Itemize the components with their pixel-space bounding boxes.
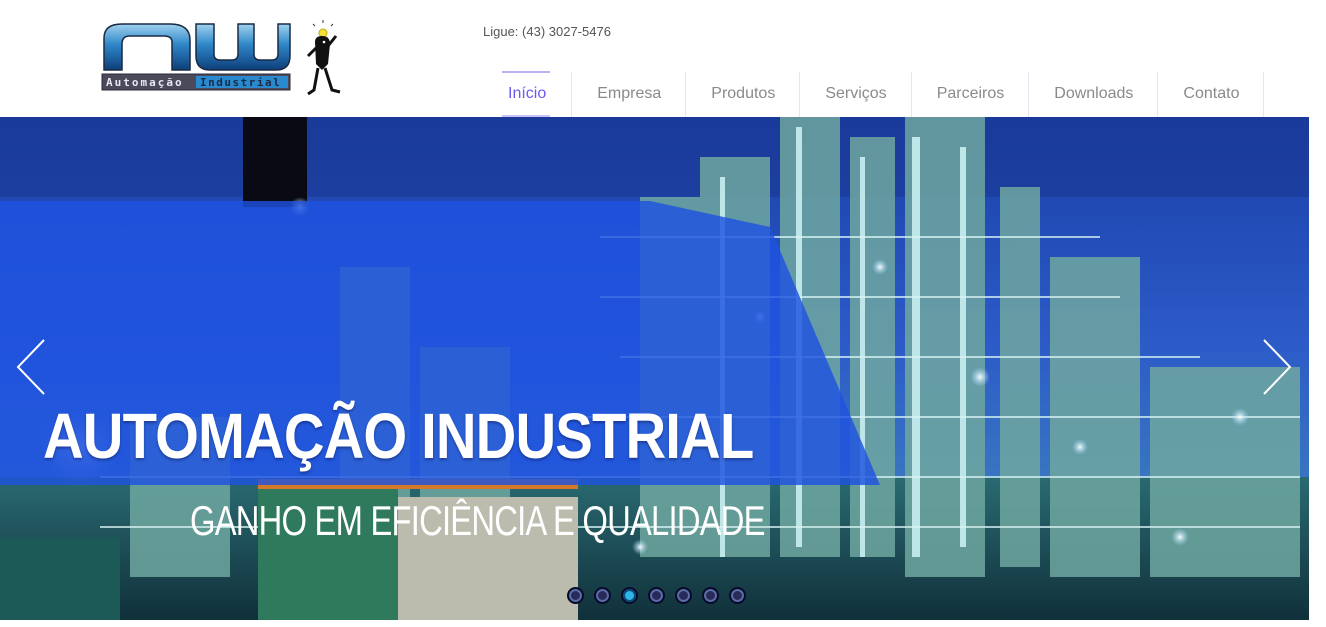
mascot-icon [306,20,341,96]
company-logo[interactable]: Automação Industrial [100,20,350,102]
nav-item-downloads[interactable]: Downloads [1029,70,1159,117]
nav-item-label: Parceiros [936,84,1005,102]
svg-text:Industrial: Industrial [200,76,281,89]
slider-pagination [567,587,746,604]
nav-item-label: Contato [1183,84,1240,102]
chevron-left-icon [16,339,45,395]
nav-item-label: Produtos [711,84,776,102]
hero-subline: GANHO EM EFICIÊNCIA E QUALIDADE [190,497,765,544]
slider-dot[interactable] [594,587,611,604]
slider-dot[interactable] [675,587,692,604]
hero-slider[interactable]: AUTOMAÇÃO INDUSTRIAL GANHO EM EFICIÊNCIA… [0,117,1309,620]
main-nav: Início Empresa Produtos Serviços Parceir… [502,70,1265,117]
chevron-right-icon [1263,339,1292,395]
nav-item-servicos[interactable]: Serviços [800,70,912,117]
nav-item-label: Serviços [825,84,887,102]
hero-headline: AUTOMAÇÃO INDUSTRIAL [43,400,754,472]
phone-number: Ligue: (43) 3027-5476 [483,24,611,39]
nav-item-contato[interactable]: Contato [1158,70,1265,117]
slider-dot[interactable] [648,587,665,604]
slider-dot[interactable] [567,587,584,604]
nav-item-produtos[interactable]: Produtos [686,70,801,117]
svg-text:Automação: Automação [106,76,184,89]
nav-item-inicio[interactable]: Início [502,70,573,117]
slider-dot[interactable] [729,587,746,604]
slider-dot-active[interactable] [621,587,638,604]
slider-prev-button[interactable] [14,337,54,397]
nav-item-label: Empresa [597,84,662,102]
nav-item-label: Início [508,84,547,102]
nav-item-empresa[interactable]: Empresa [572,70,687,117]
nav-item-parceiros[interactable]: Parceiros [912,70,1030,117]
slider-dot[interactable] [702,587,719,604]
nav-item-label: Downloads [1054,84,1134,102]
site-header: Automação Industrial Ligue: (43) 3027-54… [0,0,1326,117]
slider-next-button[interactable] [1258,337,1298,397]
